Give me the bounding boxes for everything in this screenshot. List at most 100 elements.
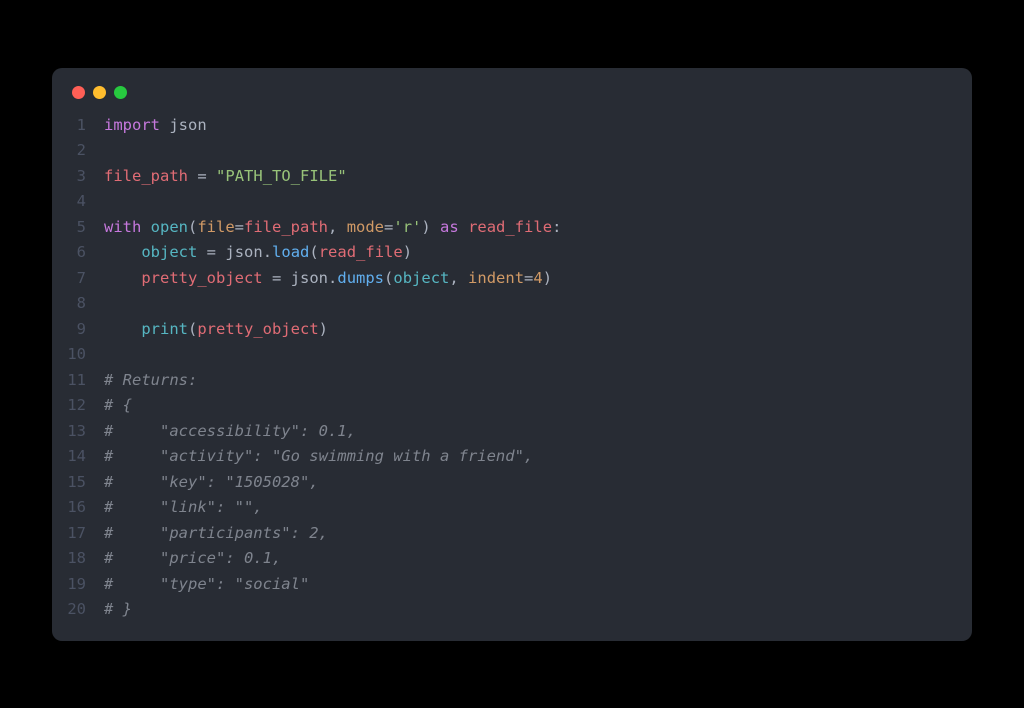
code-line: 15# "key": "1505028", — [52, 470, 972, 496]
line-number: 6 — [52, 240, 104, 266]
code-line: 10 — [52, 342, 972, 368]
token-white — [207, 167, 216, 185]
token-white — [188, 167, 197, 185]
code-window: 1import json23file_path = "PATH_TO_FILE"… — [52, 68, 972, 641]
code-line: 8 — [52, 291, 972, 317]
code-content: # "link": "", — [104, 495, 263, 521]
token-white — [281, 269, 290, 287]
token-var: file_path — [104, 167, 188, 185]
token-comment: # { — [104, 396, 132, 414]
line-number: 16 — [52, 495, 104, 521]
token-obj: json — [291, 269, 328, 287]
token-op: = — [207, 243, 216, 261]
token-punct: , — [328, 218, 347, 236]
line-number: 18 — [52, 546, 104, 572]
code-content: with open(file=file_path, mode='r') as r… — [104, 215, 561, 241]
code-content: # "accessibility": 0.1, — [104, 419, 356, 445]
code-content: import json — [104, 113, 207, 139]
line-number: 20 — [52, 597, 104, 623]
code-line: 16# "link": "", — [52, 495, 972, 521]
code-content: # "participants": 2, — [104, 521, 328, 547]
code-content: # } — [104, 597, 132, 623]
token-punct: , — [449, 269, 468, 287]
token-kw: as — [440, 218, 459, 236]
token-op: = — [235, 218, 244, 236]
token-punct: ) — [421, 218, 430, 236]
code-content: # "type": "social" — [104, 572, 309, 598]
line-number: 19 — [52, 572, 104, 598]
token-white — [197, 243, 206, 261]
token-white — [141, 218, 150, 236]
token-comment: # "activity": "Go swimming with a friend… — [104, 447, 533, 465]
token-comment: # "participants": 2, — [104, 524, 328, 542]
token-mod: json — [169, 116, 206, 134]
token-var: pretty_object — [141, 269, 262, 287]
code-line: 4 — [52, 189, 972, 215]
token-builtin: object — [393, 269, 449, 287]
token-comment: # "accessibility": 0.1, — [104, 422, 356, 440]
token-builtin: object — [141, 243, 197, 261]
token-var: read_file — [319, 243, 403, 261]
code-line: 9 print(pretty_object) — [52, 317, 972, 343]
token-param: indent — [468, 269, 524, 287]
token-comment: # Returns: — [104, 371, 197, 389]
token-param: file — [197, 218, 234, 236]
token-kw: with — [104, 218, 141, 236]
code-line: 11# Returns: — [52, 368, 972, 394]
close-icon[interactable] — [72, 86, 85, 99]
token-comment: # "link": "", — [104, 498, 263, 516]
code-editor: 1import json23file_path = "PATH_TO_FILE"… — [52, 107, 972, 641]
code-content: object = json.load(read_file) — [104, 240, 412, 266]
token-str: 'r' — [393, 218, 421, 236]
code-line: 6 object = json.load(read_file) — [52, 240, 972, 266]
token-punct: ) — [403, 243, 412, 261]
code-line: 1import json — [52, 113, 972, 139]
code-line: 14# "activity": "Go swimming with a frie… — [52, 444, 972, 470]
line-number: 15 — [52, 470, 104, 496]
token-kw: import — [104, 116, 160, 134]
code-content: # "key": "1505028", — [104, 470, 319, 496]
maximize-icon[interactable] — [114, 86, 127, 99]
token-white — [431, 218, 440, 236]
line-number: 5 — [52, 215, 104, 241]
code-line: 18# "price": 0.1, — [52, 546, 972, 572]
token-punct: ) — [543, 269, 552, 287]
token-comment: # "type": "social" — [104, 575, 309, 593]
token-punct: . — [328, 269, 337, 287]
token-punct: ( — [309, 243, 318, 261]
line-number: 7 — [52, 266, 104, 292]
code-line: 2 — [52, 138, 972, 164]
token-num: 4 — [533, 269, 542, 287]
token-fn: dumps — [337, 269, 384, 287]
code-line: 12# { — [52, 393, 972, 419]
token-comment: # "key": "1505028", — [104, 473, 319, 491]
line-number: 9 — [52, 317, 104, 343]
token-op: = — [272, 269, 281, 287]
token-white — [104, 243, 141, 261]
token-op: = — [384, 218, 393, 236]
line-number: 4 — [52, 189, 104, 215]
token-white — [160, 116, 169, 134]
code-content: # "activity": "Go swimming with a friend… — [104, 444, 533, 470]
token-punct: : — [552, 218, 561, 236]
token-op: = — [524, 269, 533, 287]
code-content: # { — [104, 393, 132, 419]
token-var: file_path — [244, 218, 328, 236]
code-content: pretty_object = json.dumps(object, inden… — [104, 266, 552, 292]
line-number: 2 — [52, 138, 104, 164]
token-white — [104, 320, 141, 338]
token-obj: json — [225, 243, 262, 261]
token-str: "PATH_TO_FILE" — [216, 167, 347, 185]
minimize-icon[interactable] — [93, 86, 106, 99]
token-punct: ( — [188, 218, 197, 236]
token-op: = — [197, 167, 206, 185]
code-line: 13# "accessibility": 0.1, — [52, 419, 972, 445]
token-var: pretty_object — [197, 320, 318, 338]
line-number: 1 — [52, 113, 104, 139]
line-number: 3 — [52, 164, 104, 190]
token-fn: load — [272, 243, 309, 261]
line-number: 12 — [52, 393, 104, 419]
line-number: 10 — [52, 342, 104, 368]
line-number: 17 — [52, 521, 104, 547]
token-param: mode — [347, 218, 384, 236]
